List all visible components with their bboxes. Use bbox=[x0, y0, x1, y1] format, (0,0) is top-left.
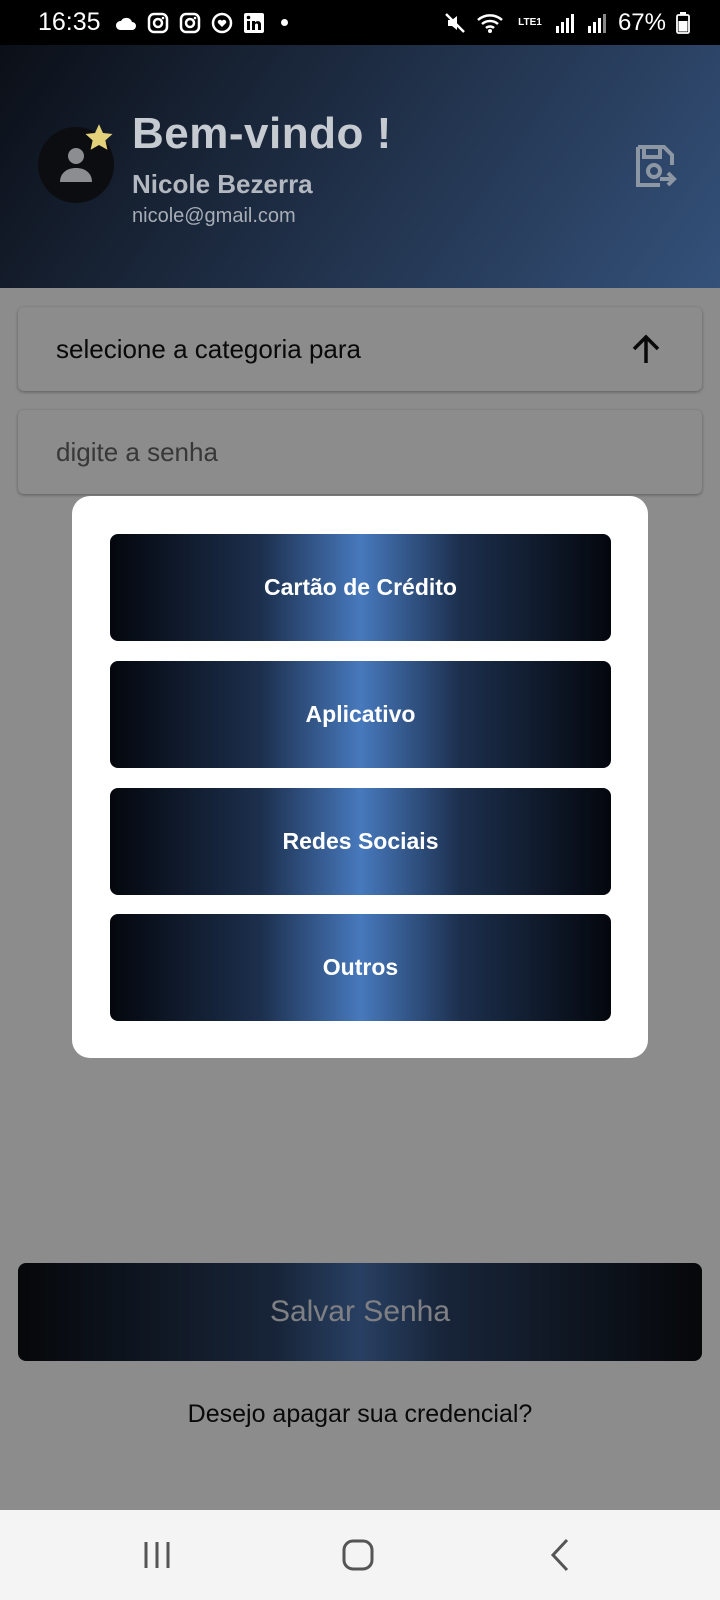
instagram-icon bbox=[179, 12, 201, 34]
back-button[interactable] bbox=[532, 1530, 588, 1580]
mute-icon bbox=[444, 12, 466, 34]
category-option-social[interactable]: Redes Sociais bbox=[110, 788, 611, 895]
welcome-title: Bem-vindo ! bbox=[132, 109, 392, 158]
instagram-icon bbox=[147, 12, 169, 34]
category-modal: Cartão de Crédito Aplicativo Redes Socia… bbox=[72, 496, 648, 1058]
dot-icon bbox=[280, 19, 288, 26]
category-option-other[interactable]: Outros bbox=[110, 914, 611, 1021]
signal-icon bbox=[554, 12, 576, 34]
status-time: 16:35 bbox=[38, 8, 101, 36]
category-option-credit-card[interactable]: Cartão de Crédito bbox=[110, 534, 611, 641]
export-icon bbox=[636, 145, 677, 187]
back-icon bbox=[550, 1538, 569, 1572]
app-screen: 16:35 LTE1 67% Bem-vindo ! Nicole Bezerr… bbox=[0, 0, 720, 1600]
navigation-bar bbox=[0, 1510, 720, 1600]
status-bar: 16:35 LTE1 67% bbox=[0, 0, 720, 45]
home-icon bbox=[342, 1539, 374, 1571]
signal-icon bbox=[586, 12, 608, 34]
home-button[interactable] bbox=[330, 1530, 386, 1580]
heart-chat-icon bbox=[211, 12, 233, 34]
status-right: LTE1 67% bbox=[444, 9, 690, 37]
battery-percent: 67% bbox=[617, 8, 666, 36]
battery-icon bbox=[676, 11, 690, 34]
header: Bem-vindo ! Nicole Bezerra nicole@gmail.… bbox=[0, 45, 720, 288]
star-icon bbox=[85, 124, 113, 150]
status-left: 16:35 bbox=[38, 8, 288, 37]
logout-button[interactable] bbox=[630, 141, 682, 193]
user-name: Nicole Bezerra bbox=[132, 169, 313, 199]
user-email: nicole@gmail.com bbox=[132, 205, 296, 227]
category-option-app[interactable]: Aplicativo bbox=[110, 661, 611, 768]
linkedin-icon bbox=[243, 12, 265, 34]
cloud-icon bbox=[115, 12, 137, 34]
wifi-icon bbox=[476, 12, 506, 34]
lte-icon: LTE1 bbox=[516, 12, 544, 34]
lte-label: LTE1 bbox=[518, 16, 542, 28]
recent-apps-button[interactable] bbox=[129, 1530, 185, 1580]
recent-apps-icon bbox=[144, 1542, 170, 1568]
